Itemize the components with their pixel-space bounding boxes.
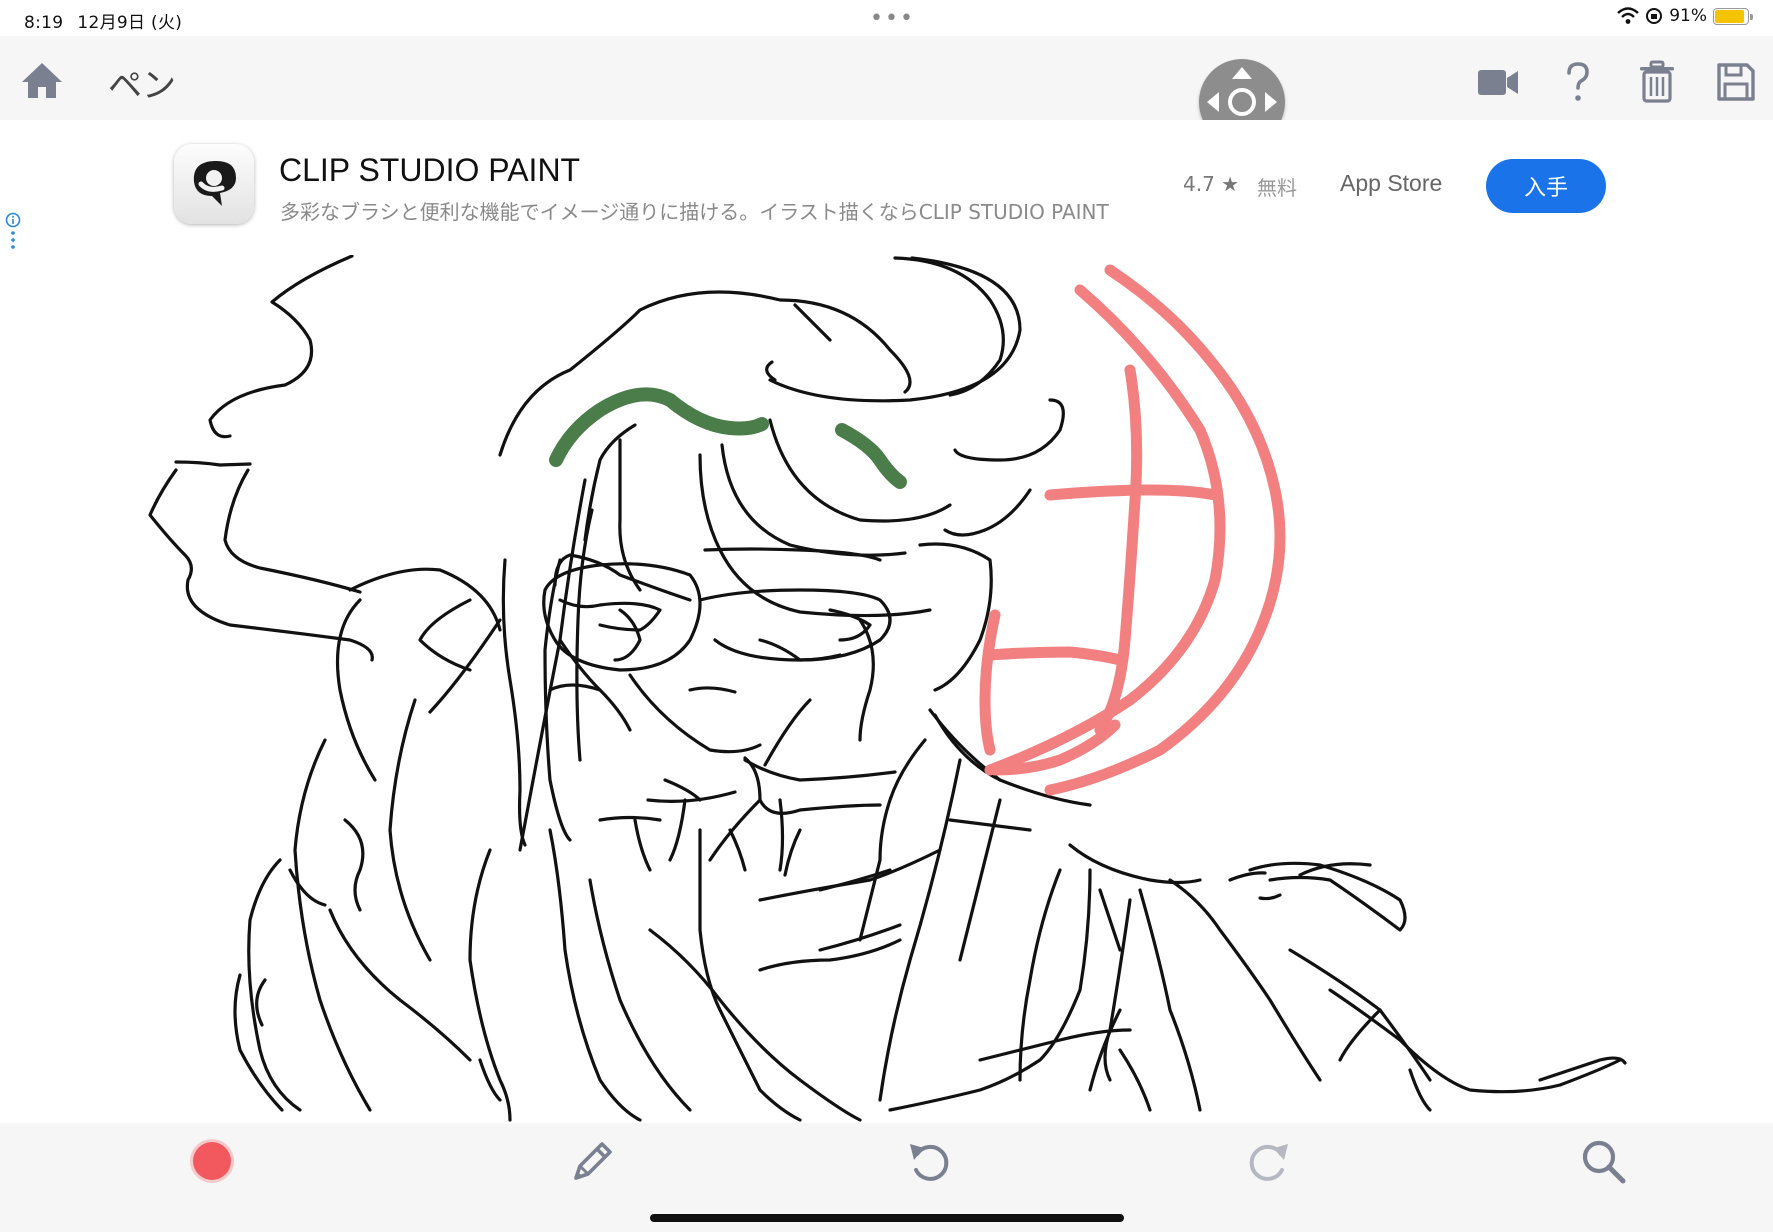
ad-banner[interactable]: CLIP STUDIO PAINT 多彩なブラシと便利な機能でイメージ通りに描け… bbox=[0, 120, 1773, 255]
home-button[interactable] bbox=[20, 58, 64, 102]
color-picker-button[interactable] bbox=[193, 1142, 231, 1180]
redo-icon bbox=[1249, 1144, 1288, 1181]
status-time-date: 8:19 12月9日 (火) bbox=[24, 8, 196, 33]
orientation-lock-icon bbox=[1646, 8, 1663, 24]
app-description: 多彩なブラシと便利な機能でイメージ通りに描ける。イラスト描くならCLIP STU… bbox=[280, 200, 1109, 224]
bottom-toolbar bbox=[0, 1123, 1773, 1232]
undo-icon bbox=[910, 1144, 949, 1181]
redo-button[interactable] bbox=[1242, 1136, 1294, 1188]
help-button[interactable] bbox=[1556, 60, 1600, 104]
drawing-canvas[interactable] bbox=[0, 255, 1773, 1123]
video-camera-icon bbox=[1478, 70, 1518, 95]
clip-studio-logo-icon bbox=[193, 160, 236, 206]
pen-tool-button[interactable] bbox=[566, 1136, 618, 1188]
app-name[interactable]: CLIP STUDIO PAINT bbox=[279, 152, 580, 189]
ad-info-icon[interactable] bbox=[5, 212, 21, 252]
status-time: 8:19 bbox=[24, 13, 64, 33]
record-button[interactable] bbox=[1476, 60, 1520, 104]
wifi-icon bbox=[1617, 7, 1640, 24]
save-icon bbox=[1717, 63, 1755, 101]
battery-percent: 91% bbox=[1669, 6, 1707, 26]
zoom-icon bbox=[1582, 1140, 1626, 1184]
trash-icon bbox=[1640, 60, 1674, 103]
store-name: App Store bbox=[1340, 170, 1443, 196]
status-date: 12月9日 (火) bbox=[77, 13, 183, 33]
home-icon bbox=[22, 63, 62, 98]
sketch-artwork bbox=[148, 255, 1627, 1122]
top-toolbar: ペン bbox=[0, 36, 1773, 145]
pencil-icon bbox=[574, 1142, 612, 1180]
status-indicators: 91% bbox=[1617, 6, 1753, 26]
save-button[interactable] bbox=[1714, 60, 1758, 104]
multitask-dots[interactable]: ••• bbox=[870, 6, 915, 31]
get-app-button[interactable]: 入手 bbox=[1486, 159, 1606, 213]
app-price: 無料 bbox=[1257, 176, 1297, 200]
delete-button[interactable] bbox=[1635, 60, 1679, 104]
app-rating: 4.7 ★ bbox=[1183, 172, 1240, 196]
home-indicator[interactable] bbox=[650, 1214, 1124, 1222]
app-icon[interactable] bbox=[174, 144, 254, 224]
zoom-button[interactable] bbox=[1578, 1136, 1630, 1188]
undo-button[interactable] bbox=[904, 1136, 956, 1188]
battery-fill bbox=[1715, 9, 1745, 23]
battery-icon bbox=[1713, 7, 1753, 25]
help-icon bbox=[1567, 62, 1589, 101]
tool-title[interactable]: ペン bbox=[108, 58, 176, 107]
status-bar: 8:19 12月9日 (火) ••• 91% bbox=[0, 0, 1773, 36]
